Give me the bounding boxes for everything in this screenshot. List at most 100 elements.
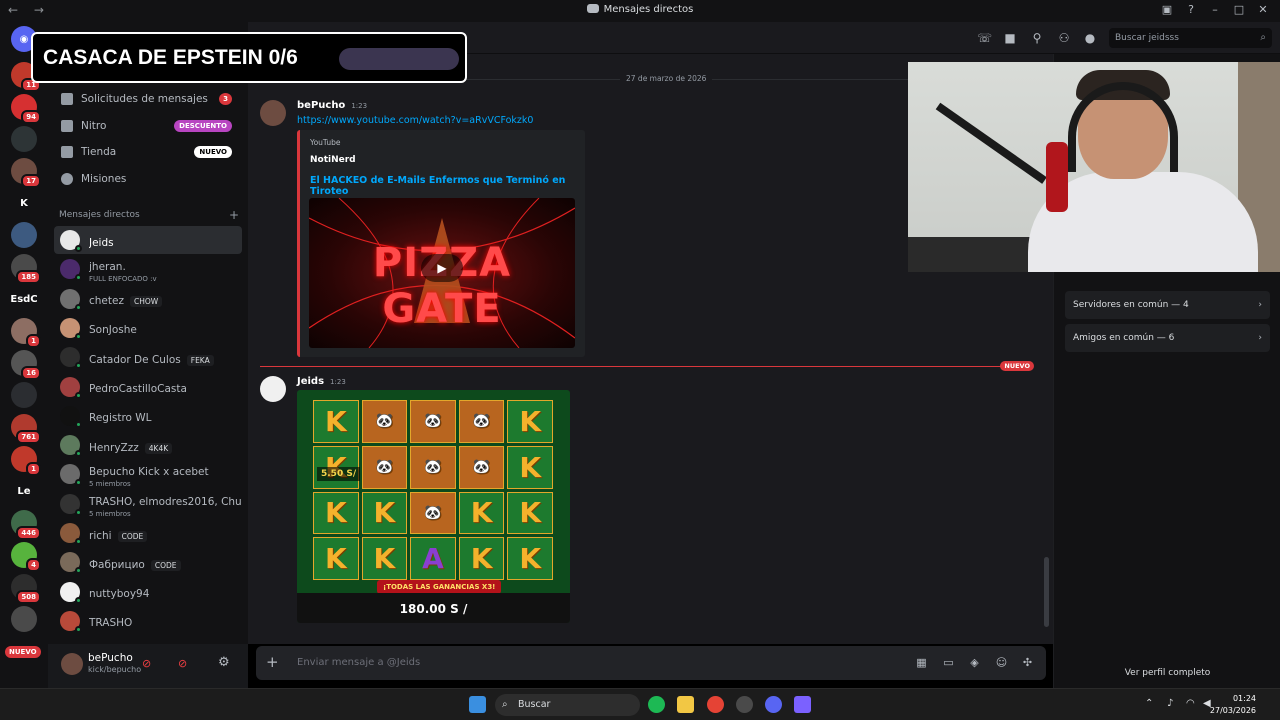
status-dot — [75, 538, 82, 545]
play-icon[interactable]: ▶ — [421, 254, 463, 282]
dm-subtitle: FULL ENFOCADO :v — [89, 275, 157, 284]
gif-icon[interactable]: ▭ — [942, 656, 955, 669]
server-icon[interactable] — [11, 222, 37, 248]
chevron-up-icon[interactable]: ⌃ — [1145, 698, 1153, 709]
discord-logo-icon — [586, 4, 599, 13]
window-title: Mensajes directos — [603, 4, 694, 15]
panda-symbol: 🐼 — [458, 400, 505, 443]
shop-item[interactable]: Tienda NUEVO — [54, 139, 242, 165]
close-button[interactable]: ✕ — [1256, 3, 1270, 16]
dm-item[interactable]: HenryZzz 4K4K — [54, 431, 242, 459]
panda-symbol: 🐼 — [458, 445, 505, 489]
dm-item[interactable]: Registro WL — [54, 402, 242, 430]
discord-icon[interactable] — [765, 696, 782, 713]
gift-icon[interactable]: ▦ — [915, 656, 928, 669]
server-icon[interactable]: 508 — [11, 574, 41, 604]
server-icon[interactable]: 446 — [11, 510, 41, 540]
discount-badge: DESCUENTO — [174, 120, 232, 132]
server-icon[interactable] — [11, 606, 37, 632]
help-icon[interactable]: ? — [1184, 3, 1198, 16]
mutual-servers[interactable]: Servidores en común — 4 › — [1065, 291, 1270, 319]
server-icon[interactable]: Le — [11, 478, 37, 504]
gear-icon[interactable]: ⚙ — [218, 655, 230, 670]
dm-item[interactable]: jheran. FULL ENFOCADO :v — [54, 255, 242, 283]
dm-name: Bepucho Kick x acebet — [89, 466, 209, 479]
clan-tag: CODE — [117, 530, 148, 542]
user-avatar[interactable] — [61, 653, 83, 675]
slot-symbol: K — [507, 537, 553, 580]
chrome-icon[interactable] — [707, 696, 724, 713]
message-author[interactable]: bePucho — [297, 100, 345, 111]
server-icon[interactable] — [11, 382, 37, 408]
apps-icon[interactable]: ✣ — [1021, 656, 1034, 669]
message-composer[interactable]: + Enviar mensaje a @Jeids ▦ ▭ ◈ ☺ ✣ — [256, 646, 1046, 680]
dm-name: TRASHO — [89, 617, 133, 630]
dm-item[interactable]: Bepucho Kick x acebet 5 miembros — [54, 460, 242, 488]
scrollbar[interactable] — [1044, 557, 1049, 627]
dm-name: HenryZzz — [89, 441, 139, 454]
dm-item[interactable]: SonJoshe — [54, 314, 242, 342]
server-icon[interactable]: 1 — [11, 446, 41, 476]
phone-icon[interactable]: ☏ — [977, 31, 992, 45]
server-icon[interactable]: 761 — [11, 414, 41, 444]
video-icon[interactable]: ■ — [1003, 31, 1017, 45]
youtube-link[interactable]: https://www.youtube.com/watch?v=aRvVCFok… — [297, 115, 533, 126]
wifi-icon[interactable]: ◠ — [1186, 698, 1195, 709]
server-icon[interactable] — [11, 126, 37, 152]
app-icon[interactable] — [794, 696, 811, 713]
server-icon[interactable]: 16 — [11, 350, 41, 380]
headphones-muted-icon[interactable]: ⊘ — [178, 657, 192, 671]
spotify-icon[interactable] — [648, 696, 665, 713]
emoji-icon[interactable]: ☺ — [995, 656, 1008, 669]
taskbar-search[interactable]: ⌕ Buscar — [495, 694, 640, 716]
embed-title[interactable]: El HACKEO de E-Mails Enfermos que Termin… — [310, 175, 585, 197]
dm-item[interactable]: TRASHO — [54, 607, 242, 635]
server-icon[interactable]: 4 — [11, 542, 41, 572]
dm-item[interactable]: TRASHO, elmodres2016, Chunn...5 miembros — [54, 490, 242, 518]
dm-avatar — [60, 230, 82, 252]
message-avatar[interactable] — [260, 100, 286, 126]
quests-item[interactable]: Misiones — [54, 166, 242, 192]
embed-author[interactable]: NotiNerd — [310, 155, 356, 165]
mic-icon[interactable]: ♪ — [1167, 698, 1173, 709]
user-profile-icon[interactable]: ● — [1083, 31, 1097, 45]
view-full-profile[interactable]: Ver perfil completo — [1054, 668, 1280, 678]
video-thumbnail[interactable]: PIZZA GATE ▶ — [309, 198, 575, 348]
add-friends-icon[interactable]: ⚇ — [1057, 31, 1071, 45]
dm-item[interactable]: richi CODE — [54, 519, 242, 547]
server-icon[interactable]: 94 — [11, 94, 41, 124]
minimize-button[interactable]: – — [1208, 3, 1222, 16]
dm-item[interactable]: nuttyboy94 — [54, 578, 242, 606]
server-icon[interactable]: 1 — [11, 318, 41, 348]
mutual-friends[interactable]: Amigos en común — 6 › — [1065, 324, 1270, 352]
user-panel: bePucho kick/bepucho ⊘ ⊘ ⚙ — [48, 644, 248, 688]
inbox-icon[interactable]: ▣ — [1160, 3, 1174, 16]
dm-item[interactable]: Catador De Culos FEKA — [54, 343, 242, 371]
message-author[interactable]: Jeids — [297, 376, 324, 387]
attach-plus-icon[interactable]: + — [266, 653, 279, 671]
image-attachment[interactable]: K🐼🐼🐼KK🐼🐼🐼KKK🐼KKKKAKK 5.50 S/ ¡TODAS LAS … — [297, 390, 570, 623]
dm-item[interactable]: Jeids — [54, 226, 242, 254]
windows-start-icon[interactable] — [469, 696, 486, 713]
server-icon[interactable]: 185 — [11, 254, 41, 284]
pin-icon[interactable]: ⚲ — [1030, 31, 1044, 45]
search-input[interactable]: Buscar jeidsss ⌕ — [1109, 28, 1272, 48]
create-dm-icon[interactable]: + — [229, 208, 239, 222]
clock[interactable]: 01:24 27/03/2026 — [1210, 693, 1256, 717]
dm-item[interactable]: PedroCastilloCasta — [54, 373, 242, 401]
file-explorer-icon[interactable] — [677, 696, 694, 713]
panda-symbol: 🐼 — [410, 445, 456, 489]
nitro-item[interactable]: Nitro DESCUENTO — [54, 113, 242, 139]
server-icon[interactable]: EsdC — [10, 286, 38, 312]
mic-muted-icon[interactable]: ⊘ — [142, 657, 156, 671]
dm-item[interactable]: Фабрицио CODE — [54, 548, 242, 576]
server-icon[interactable]: 17 — [11, 158, 41, 188]
message-requests[interactable]: Solicitudes de mensajes 3 — [54, 86, 242, 112]
maximize-button[interactable]: □ — [1232, 3, 1246, 16]
message-avatar[interactable] — [260, 376, 286, 402]
obs-icon[interactable] — [736, 696, 753, 713]
dm-item[interactable]: chetez CHOW — [54, 285, 242, 313]
server-icon[interactable]: K — [11, 190, 37, 216]
server-badge: 446 — [16, 526, 41, 540]
sticker-icon[interactable]: ◈ — [968, 656, 981, 669]
